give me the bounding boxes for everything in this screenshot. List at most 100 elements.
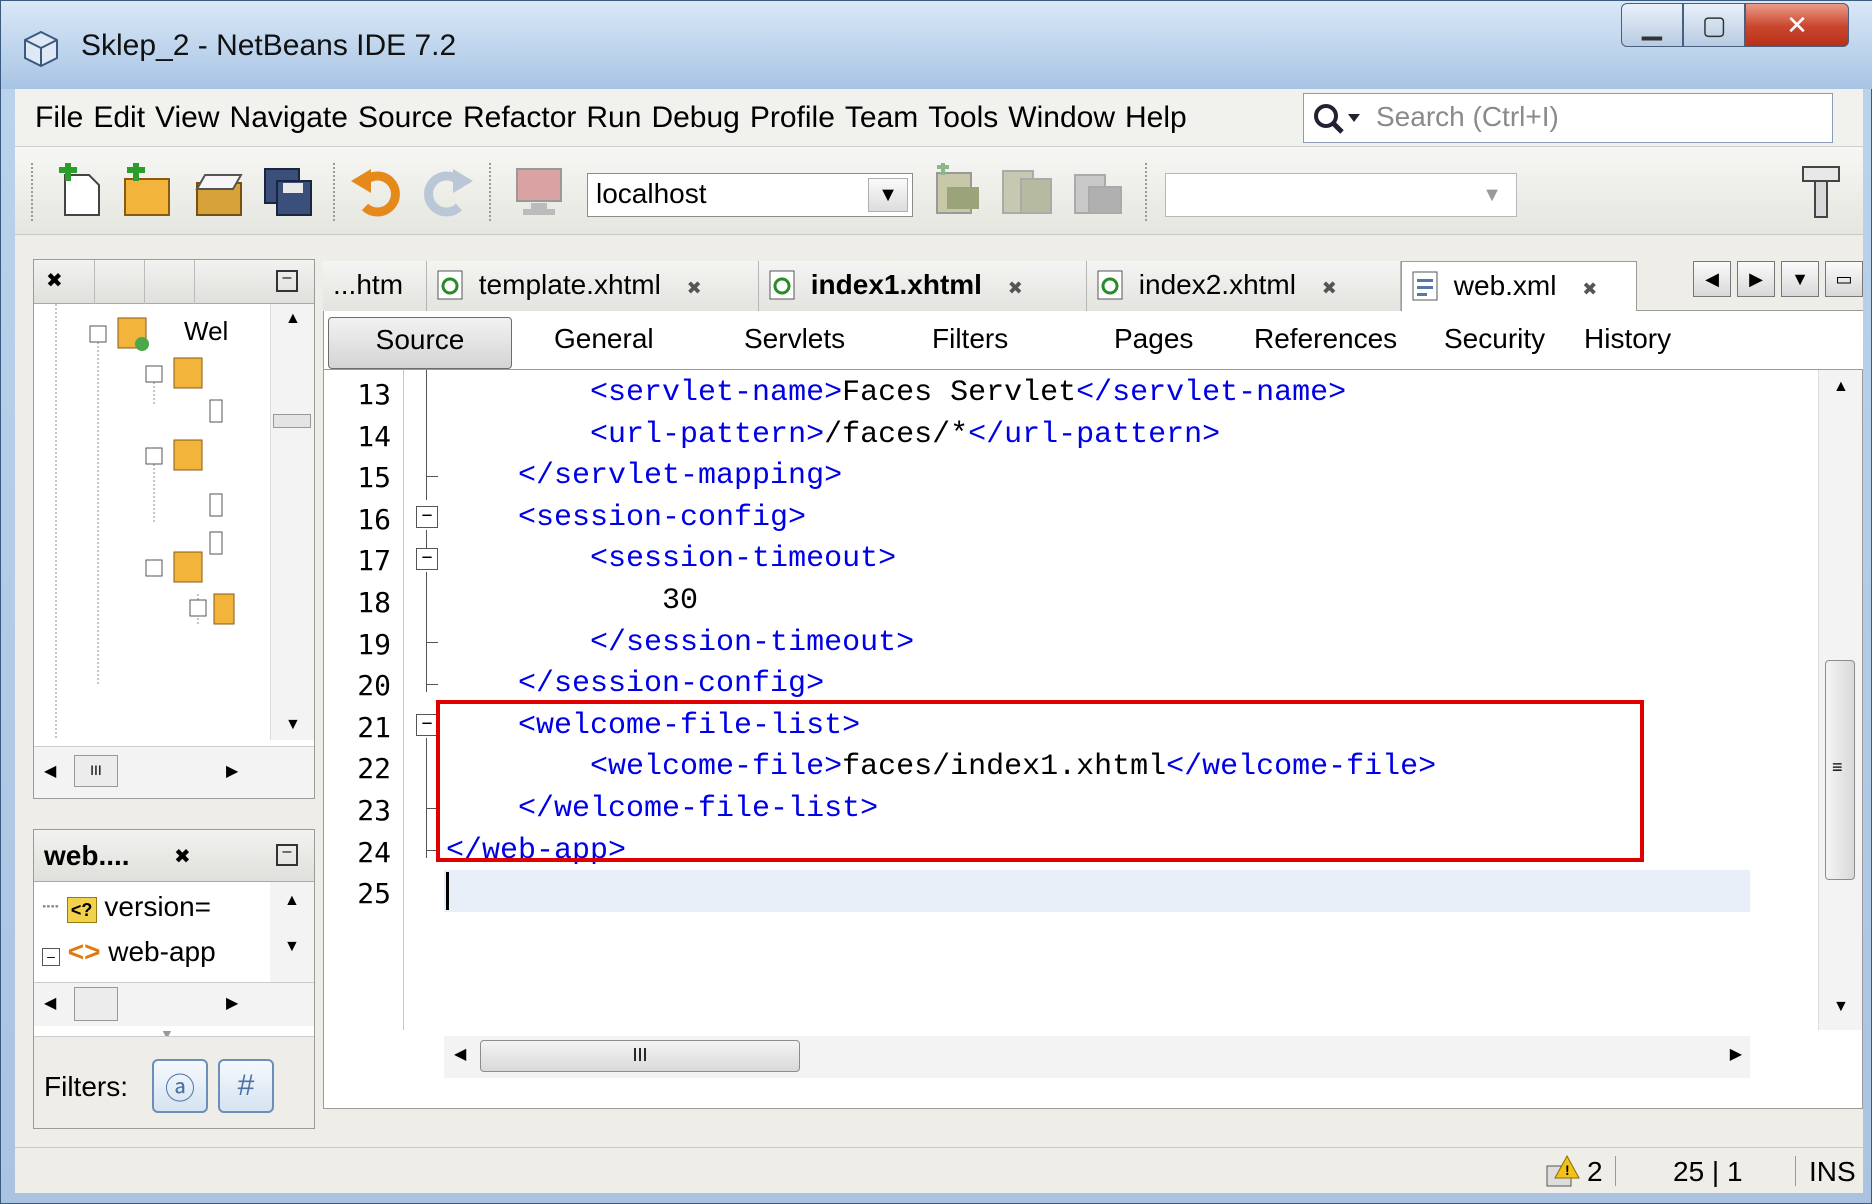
minimize-panel-icon[interactable]: – [276,270,298,292]
configuration-select[interactable]: ▼ [1165,173,1517,217]
scroll-right-icon[interactable]: ▶ [226,993,238,1013]
run-monitor-icon[interactable] [511,163,567,221]
projects-hscroll[interactable]: ◀ III ▶ [34,746,314,798]
navigator-vscroll[interactable]: ▲ ▼ [270,882,314,982]
subtab-references[interactable]: References [1254,323,1397,355]
warning-count[interactable]: 2 [1587,1156,1603,1188]
tab-scroll-left-icon[interactable]: ◀ [1693,261,1731,297]
scroll-up-icon[interactable]: ▲ [1833,378,1849,396]
scroll-thumb[interactable]: ≡ [1825,660,1855,880]
close-button[interactable]: ✕ [1745,3,1849,47]
clean-build-icon[interactable] [999,163,1055,221]
subtab-history[interactable]: History [1584,323,1671,355]
nav-item-version[interactable]: ┈ <? version= [42,890,211,923]
tab-scroll-right-icon[interactable]: ▶ [1737,261,1775,297]
tab-index1-xhtml[interactable]: index1.xhtml ✖ [759,261,1087,311]
menu-tools[interactable]: Tools [928,101,998,135]
open-project-icon[interactable] [191,163,247,221]
subtab-filters[interactable]: Filters [932,323,1008,355]
xml-element-icon: <> [67,936,101,967]
menu-file[interactable]: File [35,101,83,135]
cursor-position: 25 | 1 [1673,1156,1743,1187]
scroll-down-icon[interactable]: ▼ [285,716,301,734]
scroll-up-icon[interactable]: ▲ [285,310,301,328]
navigator-title[interactable]: web.... [44,840,130,872]
tab-index2-xhtml[interactable]: index2.xhtml ✖ [1087,261,1401,311]
scroll-thumb[interactable]: III [480,1040,800,1072]
subtab-source[interactable]: Source [328,317,512,369]
scroll-left-icon[interactable]: ◀ [454,1044,466,1064]
fold-collapse-icon[interactable]: − [416,714,438,736]
subtab-pages[interactable]: Pages [1114,323,1193,355]
title-bar[interactable]: Sklep_2 - NetBeans IDE 7.2 ▁ ▢ ✕ [1,1,1872,89]
navigator-hscroll[interactable]: ◀ ▶ [34,982,314,1026]
chevron-down-icon[interactable]: ▼ [868,178,908,212]
collapse-icon[interactable]: – [42,948,60,966]
scroll-thumb[interactable] [74,987,118,1021]
search-box[interactable]: Search (Ctrl+I) [1303,93,1833,143]
tab-web-xml[interactable]: web.xml ✖ [1401,261,1637,313]
filter-attributes-button[interactable]: ⓐ [152,1059,208,1113]
menu-source[interactable]: Source [358,101,453,135]
scroll-left-icon[interactable]: ◀ [44,993,56,1013]
close-tab-icon[interactable]: ✖ [1582,279,1597,299]
code-editor[interactable]: 13 14 15 16 17 18 19 20 21 22 23 24 25 − − − <servle… [323,369,1863,1109]
maximize-button[interactable]: ▢ [1683,3,1745,47]
tab-list-icon[interactable]: ▼ [1781,261,1819,297]
save-all-icon[interactable] [261,163,317,221]
scroll-right-icon[interactable]: ▶ [226,761,238,781]
fold-collapse-icon[interactable]: − [416,506,438,528]
maximize-editor-icon[interactable]: ▭ [1825,261,1863,297]
build-project-icon[interactable] [1069,163,1125,221]
hammer-icon[interactable] [1797,163,1845,221]
search-icon[interactable] [1312,102,1366,136]
menu-window[interactable]: Window [1008,101,1115,135]
warning-tasks-icon[interactable]: ! [1545,1154,1581,1188]
new-project-icon[interactable] [119,163,175,221]
subtab-general[interactable]: General [554,323,654,355]
scroll-up-icon[interactable]: ▲ [284,892,300,910]
menu-team[interactable]: Team [845,101,918,135]
minimize-button[interactable]: ▁ [1621,3,1683,47]
xhtml-file-icon [1097,270,1123,300]
close-icon[interactable]: ✖ [46,268,63,293]
menu-profile[interactable]: Profile [750,101,835,135]
tab-htm[interactable]: ...htm [323,261,427,311]
minimize-panel-icon[interactable]: – [276,844,298,866]
chevron-down-icon[interactable]: ▼ [1472,178,1512,212]
nav-item-web-app[interactable]: – <> web-app [42,936,216,968]
menu-help[interactable]: Help [1125,101,1187,135]
close-tab-icon[interactable]: ✖ [1008,278,1023,298]
undo-icon[interactable] [349,163,405,221]
search-input[interactable]: Search (Ctrl+I) [1376,101,1559,133]
scroll-thumb[interactable] [273,414,311,428]
scroll-right-icon[interactable]: ▶ [1730,1044,1742,1064]
subtab-security[interactable]: Security [1444,323,1545,355]
new-file-icon[interactable] [51,163,107,221]
scroll-down-icon[interactable]: ▼ [284,938,300,956]
redo-icon[interactable] [419,163,475,221]
projects-vscroll[interactable]: ▲ ▼ [270,304,314,740]
deploy-icon[interactable] [929,163,985,221]
tree-node-web[interactable]: Wel [184,316,228,347]
scroll-down-icon[interactable]: ▼ [1833,998,1849,1016]
navigator-panel: web.... ✖ – ┈ <? version= – <> web-app ▲… [33,829,315,1129]
fold-collapse-icon[interactable]: − [416,548,438,570]
scroll-thumb[interactable]: III [74,755,118,787]
menu-edit[interactable]: Edit [93,101,145,135]
filter-content-button[interactable]: # [218,1059,274,1113]
close-tab-icon[interactable]: ✖ [687,278,702,298]
menu-debug[interactable]: Debug [651,101,739,135]
close-tab-icon[interactable]: ✖ [1322,278,1337,298]
scroll-left-icon[interactable]: ◀ [44,761,56,781]
menu-navigate[interactable]: Navigate [230,101,348,135]
server-select[interactable]: localhost ▼ [587,173,913,217]
close-icon[interactable]: ✖ [174,844,191,869]
editor-vscroll[interactable]: ▲ ≡ ▼ [1818,370,1862,1030]
menu-run[interactable]: Run [586,101,641,135]
editor-hscroll[interactable]: ◀ III ▶ [444,1036,1750,1078]
menu-view[interactable]: View [155,101,219,135]
subtab-servlets[interactable]: Servlets [744,323,845,355]
tab-template-xhtml[interactable]: template.xhtml ✖ [427,261,759,311]
menu-refactor[interactable]: Refactor [463,101,576,135]
